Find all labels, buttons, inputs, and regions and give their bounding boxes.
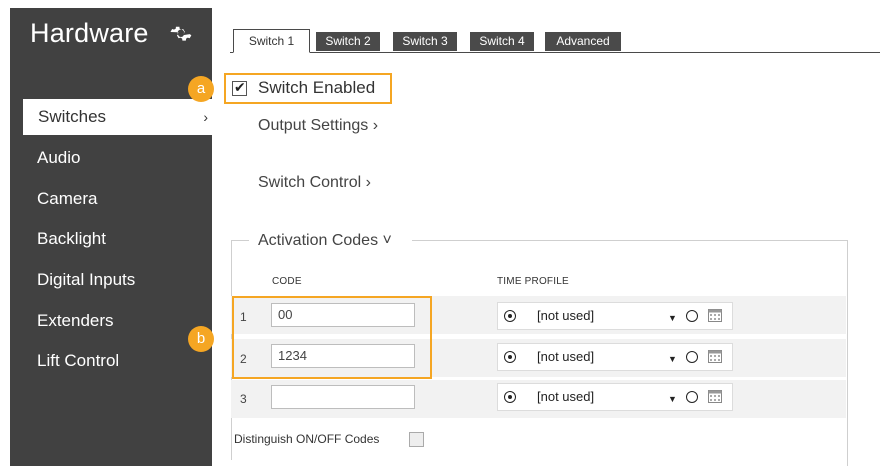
panel-border-top-left [231,240,249,241]
dropdown-arrow-icon: ▼ [668,354,677,364]
time-profile-radio-unselected[interactable] [686,351,698,363]
output-settings-link[interactable]: Output Settings › [258,117,378,135]
time-profile-radio-selected[interactable] [504,310,516,322]
time-profile-radio-selected[interactable] [504,391,516,403]
dropdown-arrow-icon: ▼ [668,394,677,404]
calendar-icon[interactable] [708,390,722,403]
tab-advanced[interactable]: Advanced [545,32,621,51]
tab-switch-2[interactable]: Switch 2 [316,32,380,51]
sidebar-item-digital-inputs[interactable]: Digital Inputs [10,262,212,298]
sidebar-item-label: Extenders [37,311,114,330]
dropdown-arrow-icon: ▼ [668,313,677,323]
sidebar-item-backlight[interactable]: Backlight [10,221,212,257]
tab-switch-4[interactable]: Switch 4 [470,32,534,51]
chevron-right-icon: › [203,109,208,125]
panel-border-right [847,240,848,466]
row-number: 3 [240,392,247,406]
switch-control-link[interactable]: Switch Control › [258,174,371,192]
calendar-icon[interactable] [708,309,722,322]
tab-switch-1[interactable]: Switch 1 [233,29,310,53]
switch-enabled-checkbox[interactable]: ✔ [232,79,247,96]
gear-icon[interactable] [169,22,193,46]
panel-border-top-right [412,240,848,241]
sidebar-item-lift-control[interactable]: Lift Control [10,343,212,379]
sidebar-item-label: Digital Inputs [37,270,136,289]
tab-switch-3[interactable]: Switch 3 [393,32,457,51]
sidebar-item-extenders[interactable]: Extenders [10,303,212,339]
sidebar-item-label: Switches [38,107,107,126]
tab-bar: Switch 1 Switch 2 Switch 3 Switch 4 Adva… [230,28,880,53]
sidebar-item-audio[interactable]: Audio [10,140,212,176]
distinguish-codes-label: Distinguish ON/OFF Codes [234,432,380,446]
sidebar-item-label: Audio [37,148,81,167]
time-profile-radio-unselected[interactable] [686,310,698,322]
time-profile-select-1[interactable]: [not used] [537,308,594,323]
time-profile-select-2[interactable]: [not used] [537,349,594,364]
sidebar-item-camera[interactable]: Camera [10,181,212,217]
sidebar-title: Hardware [30,18,149,48]
sidebar-item-switches[interactable]: Switches › [23,99,222,135]
checkmark-icon: ✔ [234,79,246,95]
column-header-time-profile: TIME PROFILE [497,276,569,287]
time-profile-select-3[interactable]: [not used] [537,389,594,404]
highlight-box-b [232,296,432,379]
switch-enabled-label: Switch Enabled [258,78,376,97]
sidebar-item-label: Camera [37,189,98,208]
callout-badge-a: a [188,76,214,102]
calendar-icon[interactable] [708,350,722,363]
sidebar-item-label: Lift Control [37,351,120,370]
distinguish-codes-checkbox[interactable] [409,432,424,447]
sidebar-item-label: Backlight [37,229,106,248]
time-profile-radio-selected[interactable] [504,351,516,363]
callout-badge-b: b [188,326,214,352]
sidebar: Hardware Switches › Audio Camera Backlig… [10,8,222,466]
activation-codes-header[interactable]: Activation Codes ˅ [258,232,392,250]
time-profile-radio-unselected[interactable] [686,391,698,403]
code-input-3[interactable] [271,385,415,409]
column-header-code: CODE [272,276,302,287]
